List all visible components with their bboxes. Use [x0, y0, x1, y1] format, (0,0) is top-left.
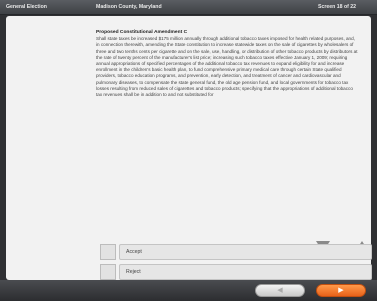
back-arrow-icon: ◀	[277, 287, 283, 294]
next-arrow-icon: ▶	[338, 287, 344, 294]
checkbox[interactable]	[100, 264, 116, 280]
choice-reject[interactable]: Reject	[100, 264, 372, 280]
choice-accept[interactable]: Accept	[100, 244, 372, 260]
choice-label-area[interactable]: Reject	[119, 264, 372, 280]
top-bar: General Election Madison County, Marylan…	[0, 0, 377, 15]
next-button[interactable]: ▶	[316, 284, 366, 297]
bottom-nav-bar: ◀ ▶	[0, 280, 377, 301]
measure-text-area[interactable]: Proposed Constitutional Amendment C Shal…	[96, 30, 358, 98]
measure-description: Shall state taxes be increased $175 mill…	[96, 36, 358, 98]
choice-label: Accept	[126, 249, 142, 255]
election-title: General Election	[6, 4, 47, 10]
checkbox[interactable]	[100, 244, 116, 260]
choice-label: Reject	[126, 269, 141, 275]
choice-label-area[interactable]: Accept	[119, 244, 372, 260]
back-button[interactable]: ◀	[255, 284, 305, 297]
screen-counter: Screen 18 of 22	[318, 4, 357, 10]
county-name: Madison County, Maryland	[96, 4, 162, 10]
